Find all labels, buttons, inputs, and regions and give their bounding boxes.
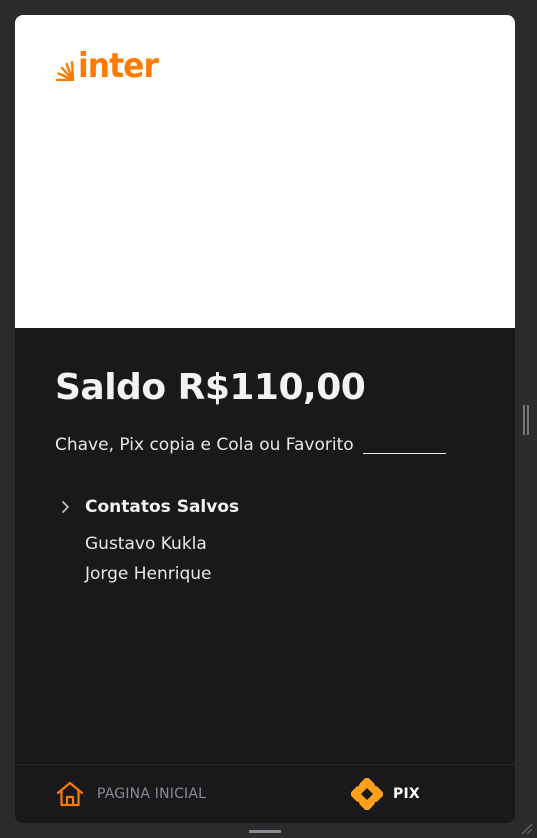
pix-key-input[interactable] [55,432,447,458]
nav-home-button[interactable]: PAGINA INICIAL [55,765,206,823]
contact-item-gustavo[interactable]: Gustavo Kukla [85,532,207,556]
nav-pix-label: PIX [393,786,420,802]
saved-contacts-title: Contatos Salvos [85,497,240,517]
home-icon [56,781,84,807]
window-bottom-grabber[interactable] [249,830,281,833]
chevron-right-icon [62,501,69,513]
contact-item-jorge[interactable]: Jorge Henrique [85,562,212,586]
logo-text: inter [78,46,159,86]
saved-contacts-toggle[interactable]: Contatos Salvos [59,495,239,519]
resize-grip-icon[interactable] [519,821,533,835]
inter-sunburst-icon [55,60,75,81]
inter-logo: inter [53,46,165,86]
window-top-strip [0,0,537,14]
main-content: Saldo R$110,00 Contatos Salvos Gustavo K… [15,328,515,764]
bottom-navigation: PAGINA INICIAL PIX [15,764,515,823]
balance-text: Saldo R$110,00 [55,367,366,408]
pix-icon [351,778,383,810]
pix-input-underline [363,453,446,454]
window-splitter-handle[interactable] [522,404,530,436]
header-banner: inter [15,15,515,328]
app-window: inter Saldo R$110,00 Contatos Salvos Gus… [15,15,515,823]
nav-home-label: PAGINA INICIAL [97,786,207,802]
nav-pix-button[interactable]: PIX [351,765,420,823]
